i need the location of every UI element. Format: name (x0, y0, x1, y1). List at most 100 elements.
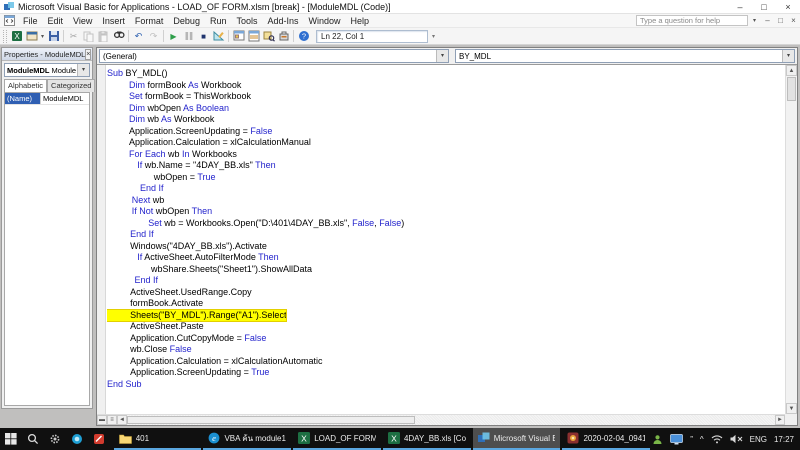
menu-insert[interactable]: Insert (97, 14, 130, 28)
child-close-icon[interactable]: × (787, 14, 800, 28)
maximize-icon[interactable]: □ (752, 0, 776, 13)
code-line[interactable]: Application.Calculation = xlCalculationM… (107, 137, 785, 149)
object-dropdown[interactable]: (General) ▾ (99, 49, 449, 63)
scroll-up-icon[interactable]: ▲ (786, 65, 797, 76)
undo-icon[interactable]: ↶ (131, 29, 146, 44)
settings-gear-icon[interactable] (44, 428, 66, 450)
tab-categorized[interactable]: Categorized (47, 79, 95, 92)
scroll-down-icon[interactable]: ▼ (786, 403, 797, 414)
clock[interactable]: 17:27 (774, 435, 794, 444)
code-line[interactable]: ActiveSheet.Paste (107, 321, 785, 333)
child-restore-icon[interactable]: □ (774, 14, 787, 28)
toolbar-grip[interactable] (3, 30, 7, 43)
view-excel-icon[interactable]: X (9, 29, 24, 44)
object-dropdown-icon[interactable]: ▾ (436, 50, 448, 62)
menu-debug[interactable]: Debug (168, 14, 205, 28)
design-mode-icon[interactable] (211, 29, 226, 44)
copy-icon[interactable] (81, 29, 96, 44)
taskbar-item-excel-loadofform[interactable]: X LOAD_OF FORM.xlsm (293, 428, 381, 450)
horizontal-scroll-thumb[interactable] (127, 416, 415, 424)
insert-dropdown-icon[interactable]: ▾ (39, 33, 46, 40)
pinned-app-red-icon[interactable] (88, 428, 110, 450)
taskbar-item-edge-browser[interactable]: e VBA ค้น module1 และ... (203, 428, 291, 450)
code-line[interactable]: If Not wbOpen Then (107, 206, 785, 218)
scroll-right-icon[interactable]: ► (775, 415, 785, 425)
volume-muted-icon[interactable] (730, 434, 743, 444)
code-line[interactable]: End If (107, 183, 785, 195)
network-icon[interactable] (711, 434, 723, 444)
scroll-left-icon[interactable]: ◄ (117, 415, 127, 425)
break-icon[interactable] (181, 29, 196, 44)
code-line[interactable]: Application.ScreenUpdating = False (107, 126, 785, 138)
taskbar-item-photo-viewer[interactable]: 2020-02-04_094142.jp... (562, 428, 650, 450)
menu-tools[interactable]: Tools (231, 14, 262, 28)
language-indicator[interactable]: ENG (750, 435, 767, 444)
object-browser-icon[interactable] (261, 29, 276, 44)
code-line[interactable]: Dim wbOpen As Boolean (107, 103, 785, 115)
procedure-dropdown[interactable]: BY_MDL ▾ (455, 49, 795, 63)
code-line[interactable]: Dim formBook As Workbook (107, 80, 785, 92)
margin-indicator-bar[interactable] (97, 65, 106, 414)
project-explorer-icon[interactable] (231, 29, 246, 44)
find-icon[interactable] (111, 29, 126, 44)
run-icon[interactable]: ▶ (166, 29, 181, 44)
menu-edit[interactable]: Edit (43, 14, 69, 28)
toolbar-options-icon[interactable]: ▾ (432, 33, 435, 40)
menu-file[interactable]: File (18, 14, 43, 28)
code-line[interactable]: wb.Close False (107, 344, 785, 356)
paste-icon[interactable] (96, 29, 111, 44)
properties-object-selector[interactable]: ModuleMDL Module ▾ (4, 63, 90, 77)
help-search-input[interactable]: Type a question for help (636, 15, 748, 26)
menu-view[interactable]: View (68, 14, 97, 28)
code-line[interactable]: Sheets("BY_MDL").Range("A1").Select (107, 310, 785, 322)
help-icon[interactable]: ? (296, 29, 311, 44)
properties-window-icon[interactable] (246, 29, 261, 44)
code-line[interactable]: ActiveSheet.UsedRange.Copy (107, 287, 785, 299)
code-line[interactable]: End If (107, 275, 785, 287)
search-icon[interactable] (22, 428, 44, 450)
menu-run[interactable]: Run (205, 14, 232, 28)
taskbar-item-vba-editor[interactable]: Microsoft Visual Basi... (473, 428, 561, 450)
property-value-cell[interactable]: ModuleMDL (41, 93, 89, 104)
child-minimize-icon[interactable]: – (761, 14, 774, 28)
menu-format[interactable]: Format (130, 14, 169, 28)
code-line[interactable]: Application.ScreenUpdating = True (107, 367, 785, 379)
code-line[interactable]: Sub BY_MDL() (107, 68, 785, 80)
property-row[interactable]: (Name) ModuleMDL (5, 93, 89, 105)
menu-addins[interactable]: Add-Ins (262, 14, 303, 28)
redo-icon[interactable]: ↷ (146, 29, 161, 44)
full-module-view-icon[interactable]: ≡ (107, 415, 117, 425)
taskbar-item-folder-401[interactable]: 401 (114, 428, 202, 450)
object-selector-dropdown-icon[interactable]: ▾ (77, 64, 89, 76)
code-line[interactable]: End Sub (107, 379, 785, 391)
cut-icon[interactable]: ✂ (66, 29, 81, 44)
ime-quotes-icon[interactable]: ” (690, 435, 693, 444)
procedure-view-icon[interactable]: ▬ (97, 415, 107, 425)
code-editor[interactable]: Sub BY_MDL()Dim formBook As WorkbookSet … (107, 65, 785, 414)
properties-close-icon[interactable]: × (85, 49, 91, 60)
code-line[interactable]: Set wb = Workbooks.Open("D:\401\4DAY_BB.… (107, 218, 785, 230)
minimize-icon[interactable]: – (728, 0, 752, 13)
tray-expand-chevron-icon[interactable]: ^ (700, 435, 704, 444)
horizontal-scrollbar[interactable]: ▬ ≡ ◄ ► (97, 414, 785, 425)
code-line[interactable]: Dim wb As Workbook (107, 114, 785, 126)
taskbar-item-excel-4daybb[interactable]: X 4DAY_BB.xls [Compa... (383, 428, 471, 450)
code-line[interactable]: If ActiveSheet.AutoFilterMode Then (107, 252, 785, 264)
toolbox-icon[interactable] (276, 29, 291, 44)
vertical-scroll-track[interactable] (786, 102, 797, 403)
reset-icon[interactable]: ■ (196, 29, 211, 44)
code-line[interactable]: Windows("4DAY_BB.xls").Activate (107, 241, 785, 253)
code-line[interactable]: Next wb (107, 195, 785, 207)
code-line[interactable]: End If (107, 229, 785, 241)
help-dropdown-icon[interactable]: ▾ (748, 14, 761, 28)
code-line[interactable]: For Each wb In Workbooks (107, 149, 785, 161)
menu-help[interactable]: Help (346, 14, 375, 28)
pinned-app-blue-icon[interactable] (66, 428, 88, 450)
code-line[interactable]: Set formBook = ThisWorkbook (107, 91, 785, 103)
procedure-dropdown-icon[interactable]: ▾ (782, 50, 794, 62)
code-line[interactable]: wbShare.Sheets("Sheet1").ShowAllData (107, 264, 785, 276)
people-icon[interactable] (652, 434, 663, 445)
save-icon[interactable] (46, 29, 61, 44)
horizontal-scroll-track[interactable] (415, 415, 775, 425)
code-line[interactable]: Application.CutCopyMode = False (107, 333, 785, 345)
